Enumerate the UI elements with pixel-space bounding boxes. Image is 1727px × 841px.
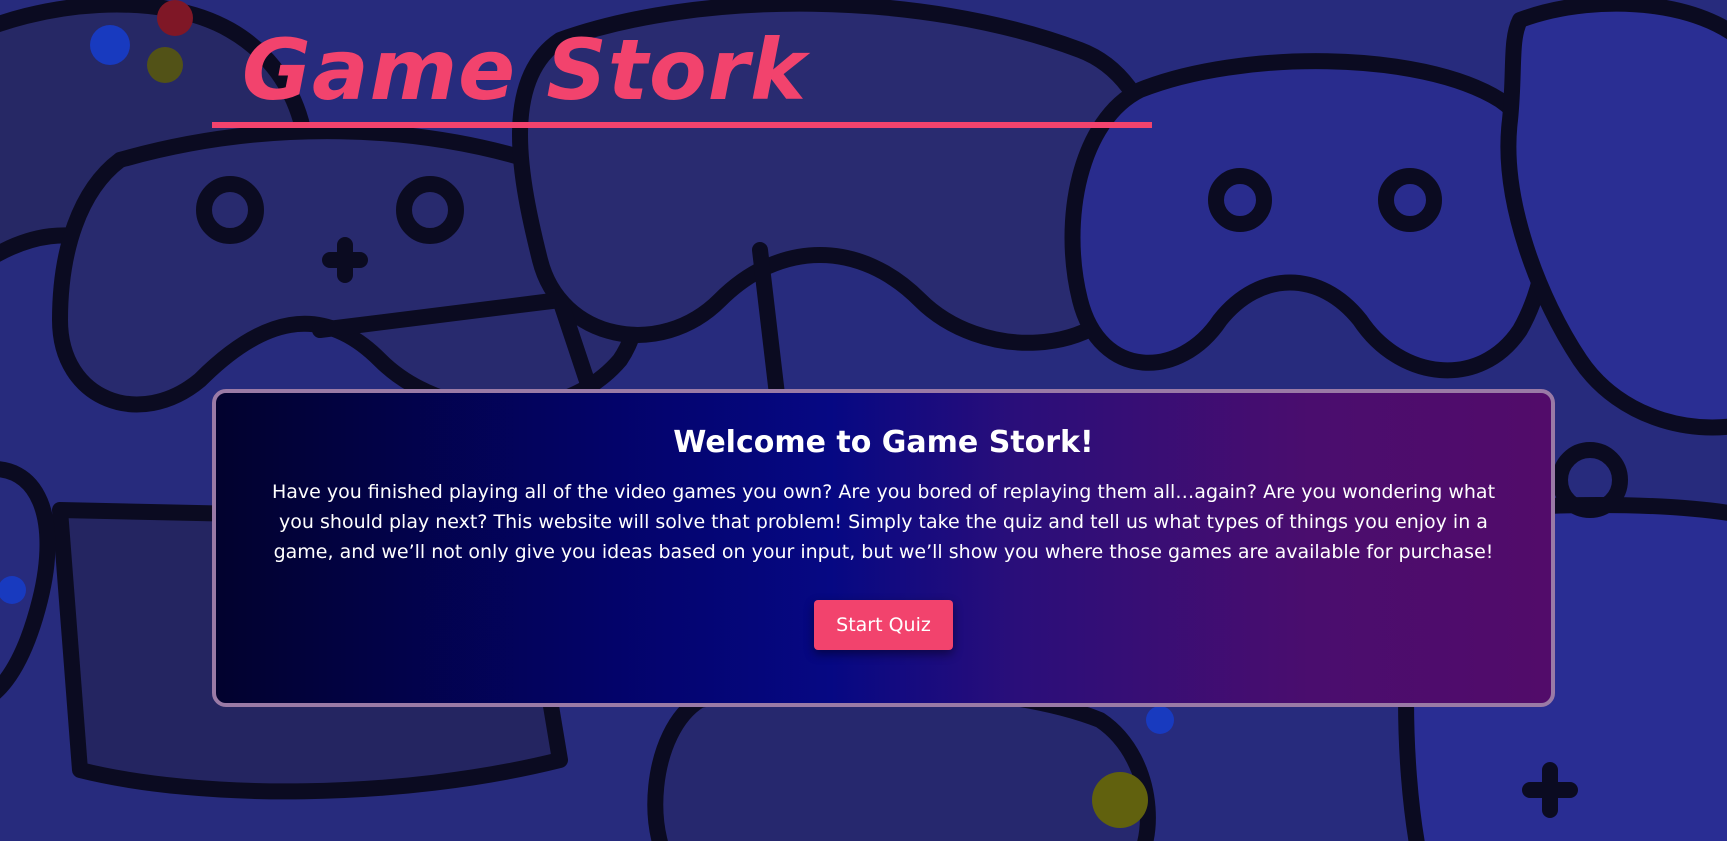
- welcome-title: Welcome to Game Stork!: [673, 425, 1094, 460]
- welcome-card: Welcome to Game Stork! Have you finished…: [212, 389, 1555, 707]
- site-header: Game Stork: [212, 20, 1152, 128]
- header-underline: [212, 122, 1152, 128]
- site-logo[interactable]: Game Stork: [242, 20, 1152, 120]
- start-quiz-button[interactable]: Start Quiz: [814, 600, 953, 650]
- welcome-description: Have you finished playing all of the vid…: [271, 481, 1496, 563]
